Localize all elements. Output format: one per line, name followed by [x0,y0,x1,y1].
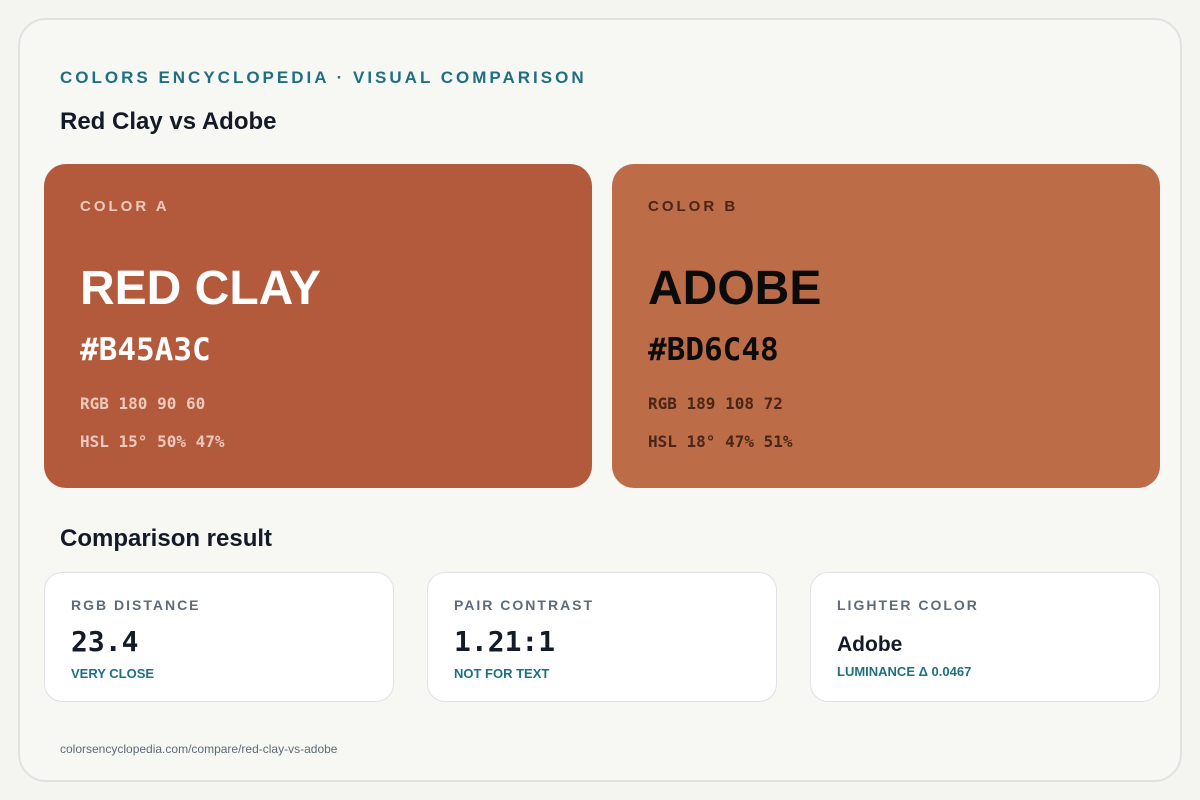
metric-value: Adobe [837,633,903,656]
metric-card-lighter-color: Lighter Color Adobe Luminance Δ 0.0467 [810,572,1160,702]
color-a-label: Color A [80,198,170,215]
metric-label: Pair Contrast [454,597,595,613]
page-card: Colors Encyclopedia · Visual Comparison … [18,18,1182,782]
metric-verdict: Very close [71,665,155,681]
color-a-hsl: HSL 15° 50% 47% [80,432,225,451]
metric-value: 23.4 [71,625,139,658]
color-b-hex: #BD6C48 [648,332,779,368]
color-b-rgb: RGB 189 108 72 [648,394,783,413]
metric-label: Lighter Color [837,597,979,613]
color-b-label: Color B [648,198,739,215]
footer-url: colorsencyclopedia.com/compare/red-clay-… [60,742,338,756]
color-a-rgb: RGB 180 90 60 [80,394,206,413]
metric-label: RGB Distance [71,597,201,613]
metric-card-pair-contrast: Pair Contrast 1.21:1 Not for text [427,572,777,702]
color-b-swatch-card: Color B Adobe #BD6C48 RGB 189 108 72 HSL… [612,164,1160,488]
metric-verdict: Luminance Δ 0.0467 [837,664,972,680]
color-a-hex: #B45A3C [80,332,211,368]
color-a-name: Red Clay [80,262,321,315]
site-eyebrow: Colors Encyclopedia · Visual Comparison [60,68,587,87]
metric-verdict: Not for text [454,665,550,681]
comparison-section-title: Comparison result [60,525,273,552]
metric-card-rgb-distance: RGB Distance 23.4 Very close [44,572,394,702]
color-b-hsl: HSL 18° 47% 51% [648,432,793,451]
color-b-name: Adobe [648,262,822,315]
page-title: Red Clay vs Adobe [60,108,277,135]
metric-value: 1.21:1 [454,625,556,658]
color-a-swatch-card: Color A Red Clay #B45A3C RGB 180 90 60 H… [44,164,592,488]
